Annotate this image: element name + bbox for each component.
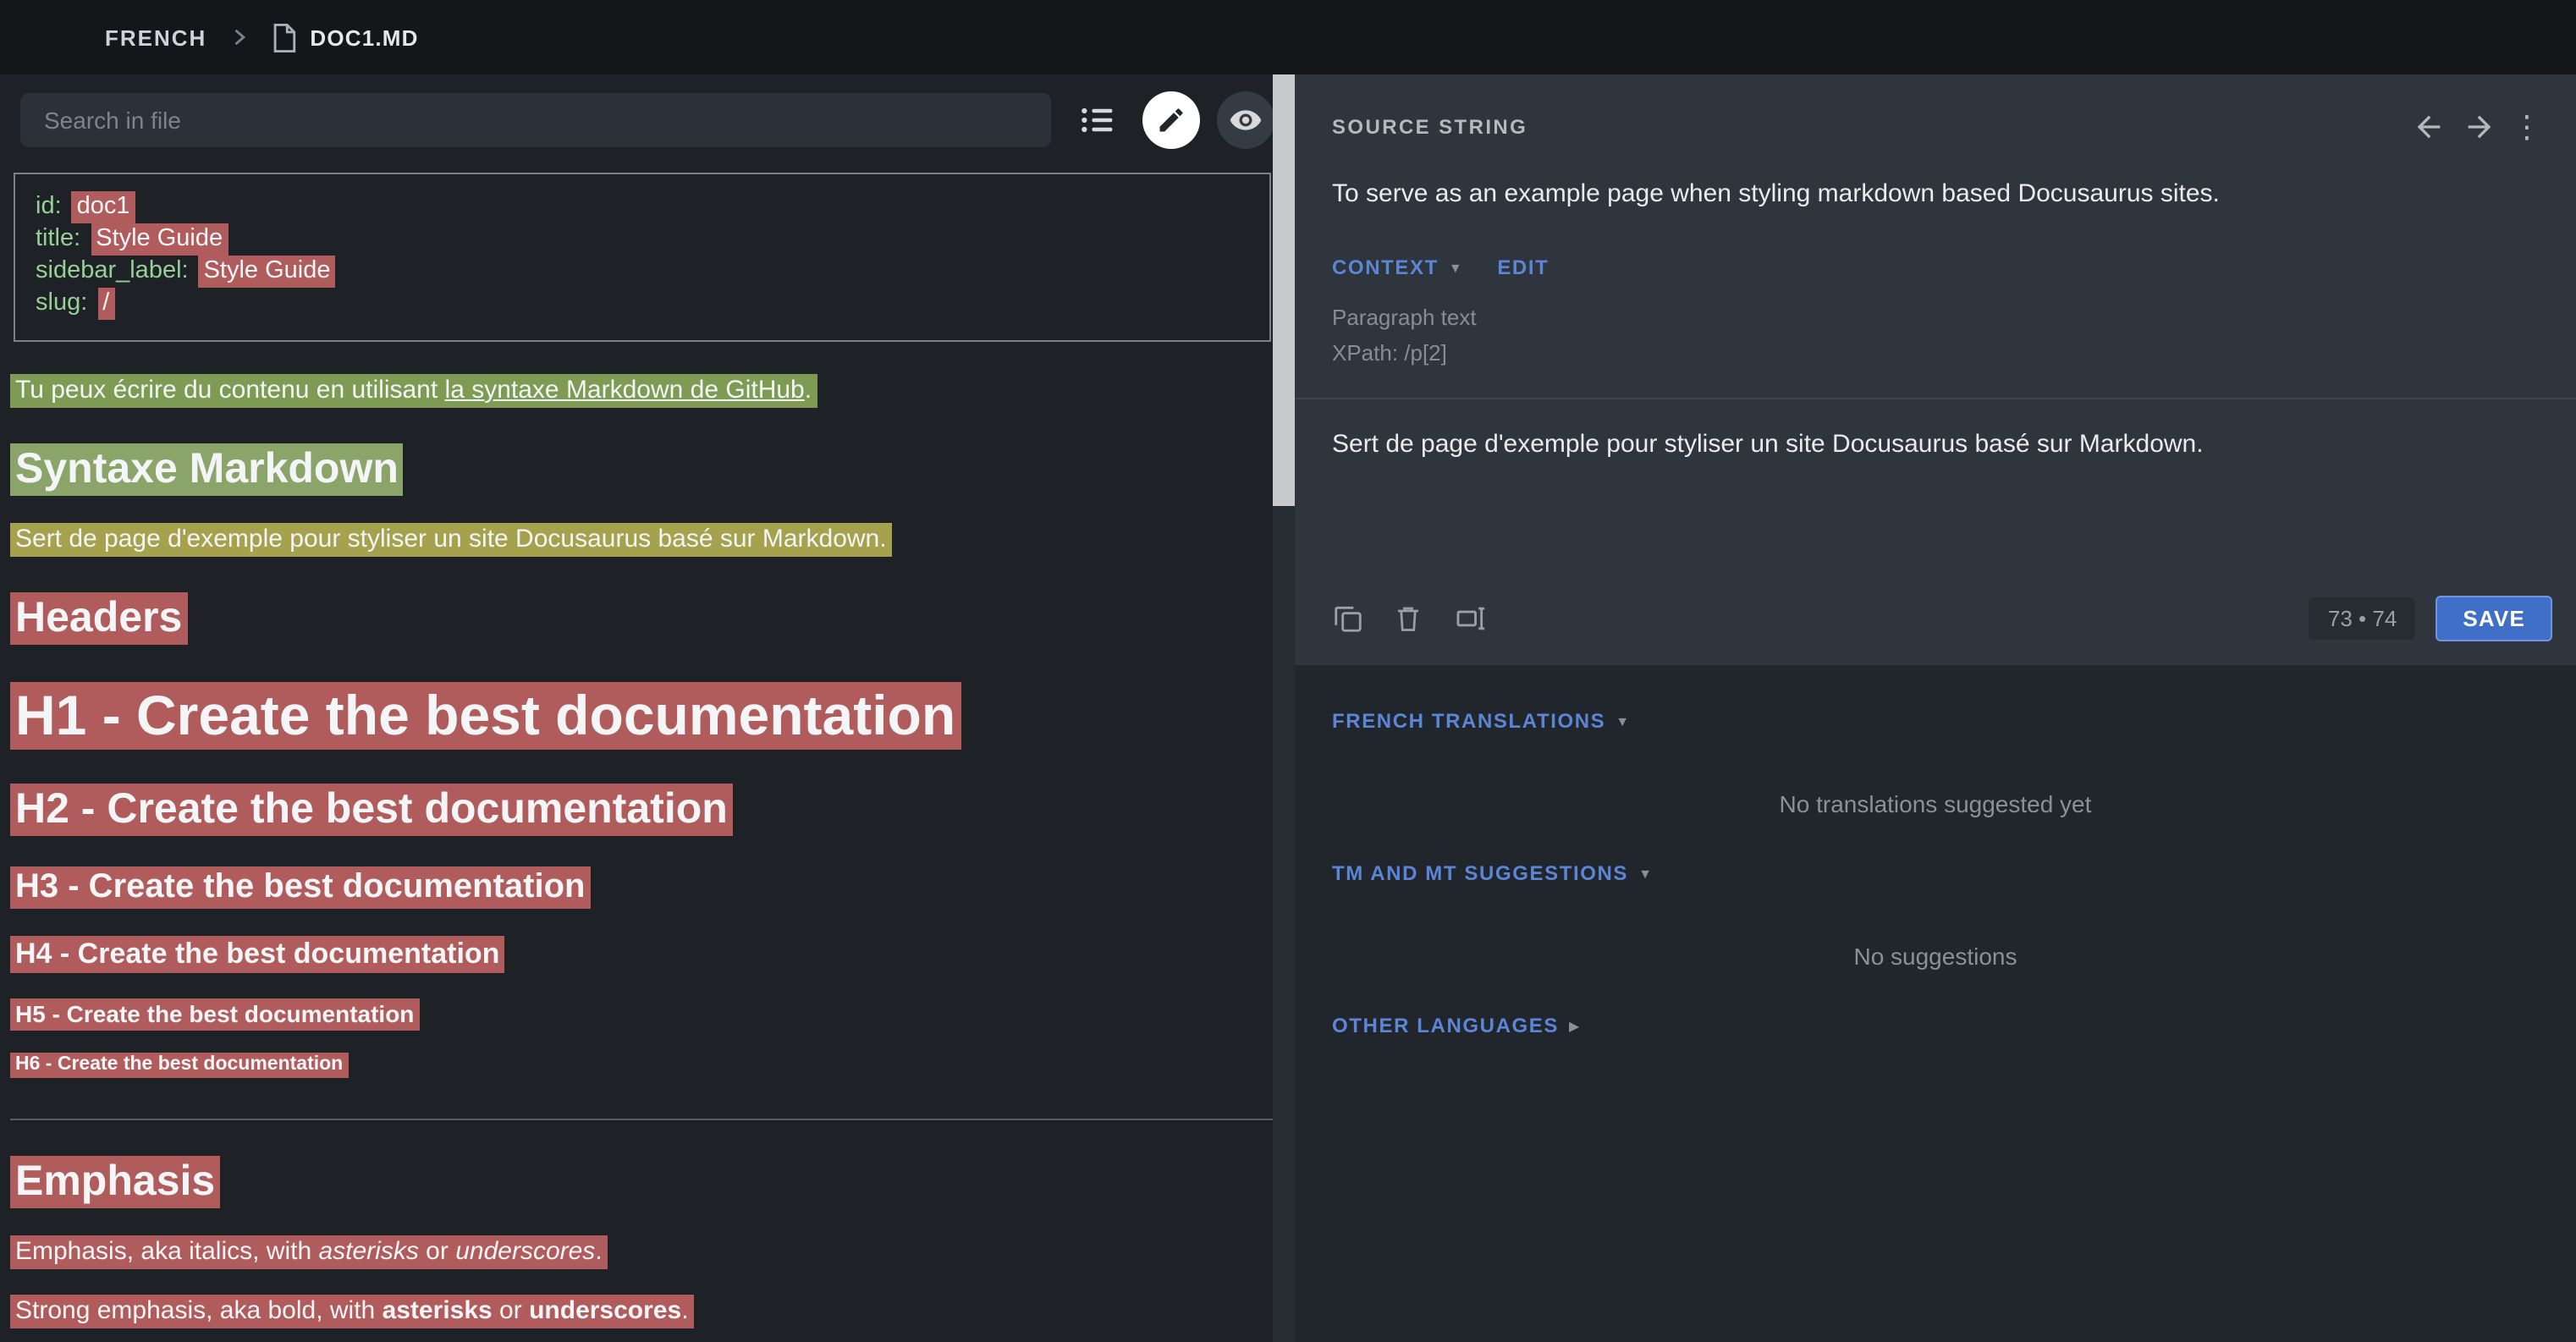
heading-emphasis: Emphasis [10,1158,1274,1207]
hamburger-menu-icon[interactable] [24,24,61,51]
frontmatter-line: sidebar_label:Style Guide [36,256,1249,288]
frontmatter-line: title:Style Guide [36,223,1249,256]
doc-h2: H2 - Create the best documentation [10,785,1274,834]
next-string-icon[interactable] [2454,102,2505,152]
heading-headers: Headers [10,594,1274,643]
untranslated-string[interactable]: H4 - Create the best documentation [10,936,504,973]
tm-mt-suggestions-header[interactable]: TM AND MT SUGGESTIONS▼ [1332,861,2539,885]
edit-mode-icon[interactable] [1142,91,1200,149]
scrollbar-thumb[interactable] [1273,74,1295,506]
french-translations-header[interactable]: FRENCH TRANSLATIONS▼ [1332,709,2539,733]
more-options-icon[interactable]: ⋮ [2505,109,2549,145]
top-bar: FRENCH DOC1.MD [0,0,2576,74]
untranslated-string[interactable]: Emphasis [10,1156,220,1208]
frontmatter-value[interactable]: Style Guide [199,256,336,288]
context-meta: Paragraph text XPath: /p[2] [1295,279,2576,371]
previous-string-icon[interactable] [2403,102,2454,152]
search-input[interactable] [20,93,1051,147]
no-suggestions-message: No suggestions [1332,943,2539,970]
no-translations-message: No translations suggested yet [1332,790,2539,817]
frontmatter-value[interactable]: / [97,288,114,320]
untranslated-string[interactable]: H2 - Create the best documentation [10,784,733,836]
paragraph-emphasis: Emphasis, aka italics, with asterisks or… [10,1234,1274,1269]
doc-h3: H3 - Create the best documentation [10,868,1274,907]
doc-link: la syntaxe Markdown de GitHub [445,376,805,404]
character-counter: 73 • 74 [2309,597,2415,640]
frontmatter-line: slug:/ [36,288,1249,320]
translation-editor[interactable]: Sert de page d'exemple pour styliser un … [1295,399,2576,582]
doc-h6: H6 - Create the best documentation [10,1054,1274,1075]
untranslated-string[interactable]: H6 - Create the best documentation [10,1053,348,1078]
file-preview-panel: id:doc1 title:Style Guide sidebar_label:… [0,74,1295,1342]
chevron-right-icon: ▶ [1569,1018,1581,1033]
frontmatter-line: id:doc1 [36,191,1249,223]
frontmatter-box: id:doc1 title:Style Guide sidebar_label:… [14,173,1271,342]
clear-translation-icon[interactable] [1454,597,1515,641]
chevron-right-icon [227,25,250,49]
source-string-section: SOURCE STRING ⋮ To serve as an example p… [1295,74,2576,665]
delete-translation-icon[interactable] [1393,597,1454,641]
translation-panel: SOURCE STRING ⋮ To serve as an example p… [1295,74,2576,1342]
untranslated-string[interactable]: Headers [10,592,187,645]
suggestions-section: FRENCH TRANSLATIONS▼ No translations sug… [1295,665,2576,1342]
untranslated-string[interactable]: Emphasis, aka italics, with asterisks or… [10,1235,608,1269]
preview-mode-icon[interactable] [1217,91,1274,149]
untranslated-string[interactable]: H5 - Create the best documentation [10,998,419,1031]
context-dropdown[interactable]: CONTEXT▼ [1332,256,1463,279]
frontmatter-value[interactable]: doc1 [72,191,135,223]
left-panel-scrollbar[interactable] [1273,74,1295,1342]
untranslated-string[interactable]: H1 - Create the best documentation [10,682,960,750]
breadcrumb-project[interactable]: FRENCH [105,25,206,50]
doc-h1: H1 - Create the best documentation [10,684,1274,748]
translation-toolbar: 73 • 74 SAVE [1295,582,2576,665]
translated-string[interactable]: Syntaxe Markdown [10,443,404,496]
context-xpath: XPath: /p[2] [1332,335,2539,371]
active-string[interactable]: Sert de page d'exemple pour styliser un … [10,523,892,557]
paragraph-strong: Strong emphasis, aka bold, with asterisk… [10,1293,1274,1328]
chevron-down-icon: ▼ [1616,713,1630,729]
horizontal-rule [10,1119,1274,1120]
translated-string[interactable]: Tu peux écrire du contenu en utilisant l… [10,374,817,408]
save-button[interactable]: SAVE [2436,596,2552,641]
document-preview: id:doc1 title:Style Guide sidebar_label:… [0,159,1295,1334]
chevron-down-icon: ▼ [1449,260,1463,275]
context-type: Paragraph text [1332,300,2539,335]
chevron-down-icon: ▼ [1638,866,1653,881]
untranslated-string[interactable]: H3 - Create the best documentation [10,866,590,909]
source-string-label: SOURCE STRING [1332,115,2403,139]
app-window: FRENCH DOC1.MD [0,0,2576,1342]
source-text: To serve as an example page when styling… [1295,162,2576,212]
copy-source-icon[interactable] [1332,597,1393,641]
doc-h4: H4 - Create the best documentation [10,938,1274,971]
file-icon [271,23,296,52]
edit-context-button[interactable]: EDIT [1497,256,1549,279]
heading-syntaxe-markdown: Syntaxe Markdown [10,445,1274,494]
paragraph-intro: Tu peux écrire du contenu en utilisant l… [10,372,1274,408]
string-list-icon[interactable] [1068,91,1126,149]
breadcrumb-file[interactable]: DOC1.MD [310,25,418,50]
doc-h5: H5 - Create the best documentation [10,1000,1274,1027]
other-languages-header[interactable]: OTHER LANGUAGES▶ [1332,1014,2539,1037]
search-row [0,74,1295,159]
frontmatter-value[interactable]: Style Guide [91,223,228,256]
paragraph-sert: Sert de page d'exemple pour styliser un … [10,521,1274,557]
untranslated-string[interactable]: Strong emphasis, aka bold, with asterisk… [10,1295,694,1328]
